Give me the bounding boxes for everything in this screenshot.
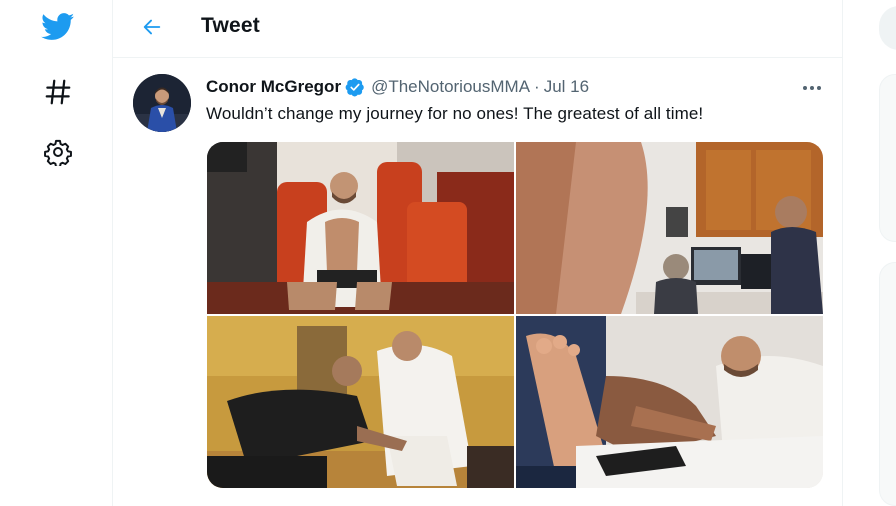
twitter-logo-icon[interactable]	[36, 7, 80, 47]
left-navigation	[0, 0, 112, 506]
hashtag-icon	[45, 79, 71, 105]
tweet-author-row: Conor McGregor @TheNotoriousMMA · Jul 16	[206, 77, 589, 97]
author-name[interactable]: Conor McGregor	[206, 77, 341, 97]
tweet-media-grid	[207, 142, 823, 488]
photo-car-seat	[207, 142, 514, 314]
page-title: Tweet	[201, 14, 260, 37]
tweet-photo-4[interactable]	[516, 316, 823, 488]
gear-icon	[44, 139, 72, 166]
sidebar-card	[879, 262, 896, 506]
verified-badge-icon	[345, 77, 365, 97]
avatar[interactable]	[133, 74, 191, 132]
tweet-photo-1[interactable]	[207, 142, 514, 314]
more-horizontal-icon	[803, 86, 821, 90]
photo-foot-closeup	[516, 316, 823, 488]
back-button[interactable]	[135, 10, 169, 44]
avatar-image	[133, 74, 191, 132]
meta-separator: ·	[534, 77, 540, 96]
tweet-photo-2[interactable]	[516, 142, 823, 314]
twitter-bird-icon	[41, 13, 75, 40]
right-sidebar	[843, 0, 896, 506]
photo-doctor-office	[516, 142, 823, 314]
settings-gear-icon[interactable]	[38, 132, 78, 172]
explore-hashtag-icon[interactable]	[38, 72, 78, 112]
tweet-photo-3[interactable]	[207, 316, 514, 488]
author-handle[interactable]: @TheNotoriousMMA	[371, 77, 530, 97]
tweet-text: Wouldn’t change my journey for no ones! …	[206, 104, 704, 123]
page-header: Tweet	[113, 0, 842, 58]
sidebar-card	[879, 74, 896, 242]
main-column: Tweet Conor McGregor @TheNotoriousMMA · …	[112, 0, 843, 506]
more-options-button[interactable]	[797, 76, 827, 100]
photo-clinic-exam	[207, 316, 514, 488]
arrow-left-icon	[143, 19, 161, 35]
tweet-date[interactable]: Jul 16	[544, 77, 589, 97]
search-bar[interactable]	[879, 6, 896, 50]
